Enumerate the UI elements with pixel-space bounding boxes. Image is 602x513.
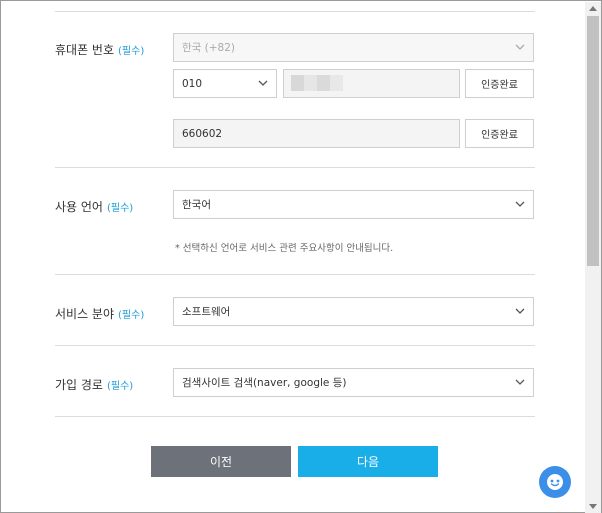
service-label-text: 서비스 분야: [55, 307, 115, 321]
scroll-thumb[interactable]: [587, 16, 599, 266]
verify-phone-button[interactable]: 인증완료: [465, 69, 534, 98]
required-mark: (필수): [106, 203, 134, 214]
divider: [55, 274, 535, 275]
verify-code-button[interactable]: 인증완료: [465, 119, 534, 148]
next-button[interactable]: 다음: [298, 446, 438, 477]
chevron-down-icon: [515, 308, 525, 314]
service-label: 서비스 분야 (필수): [55, 305, 144, 322]
language-label-text: 사용 언어: [55, 200, 103, 214]
country-value: 한국 (+82): [182, 42, 236, 54]
verification-code-value: 660602: [182, 127, 223, 140]
signup-path-select[interactable]: 검색사이트 검색(naver, google 등): [173, 368, 534, 397]
required-mark: (필수): [118, 46, 145, 57]
form-window: 휴대폰 번호 (필수) 한국 (+82) 010 인증완료 660602 인증완료…: [0, 0, 602, 513]
phone-prefix-value: 010: [182, 77, 203, 90]
language-select[interactable]: 한국어: [173, 190, 534, 219]
verify-phone-label: 인증완료: [481, 80, 518, 91]
chevron-down-icon: [515, 379, 525, 385]
chevron-down-icon: [515, 201, 525, 207]
next-button-label: 다음: [356, 455, 380, 469]
required-mark: (필수): [106, 381, 134, 392]
chat-bot-icon: [547, 474, 563, 490]
language-note: * 선택하신 언어로 서비스 관련 주요사항이 안내됩니다.: [175, 243, 394, 254]
signup-label: 가입 경로 (필수): [55, 376, 133, 393]
scroll-down-arrow-icon[interactable]: [589, 504, 597, 509]
prev-button-label: 이전: [209, 455, 233, 469]
scrollbar[interactable]: [585, 2, 601, 513]
phone-prefix-select[interactable]: 010: [173, 69, 277, 98]
divider: [55, 167, 535, 168]
signup-path-value: 검색사이트 검색(naver, google 등): [182, 377, 347, 389]
chevron-down-icon: [258, 80, 268, 86]
chat-support-button[interactable]: [539, 466, 571, 498]
scroll-up-arrow-icon[interactable]: [589, 6, 597, 11]
signup-label-text: 가입 경로: [55, 378, 103, 392]
language-value: 한국어: [182, 199, 211, 211]
verification-code-input[interactable]: 660602: [173, 119, 460, 148]
divider: [55, 416, 535, 417]
divider: [55, 345, 535, 346]
required-mark: (필수): [118, 310, 145, 321]
phone-label-text: 휴대폰 번호: [55, 43, 115, 57]
divider: [55, 11, 535, 12]
language-label: 사용 언어 (필수): [55, 198, 133, 215]
service-value: 소프트웨어: [182, 306, 231, 318]
service-select[interactable]: 소프트웨어: [173, 297, 534, 326]
verify-code-label: 인증완료: [481, 130, 518, 141]
prev-button[interactable]: 이전: [151, 446, 291, 477]
chevron-down-icon: [515, 44, 525, 50]
masked-phone-number: [291, 75, 343, 91]
country-select[interactable]: 한국 (+82): [173, 33, 534, 62]
phone-label: 휴대폰 번호 (필수): [55, 41, 144, 58]
